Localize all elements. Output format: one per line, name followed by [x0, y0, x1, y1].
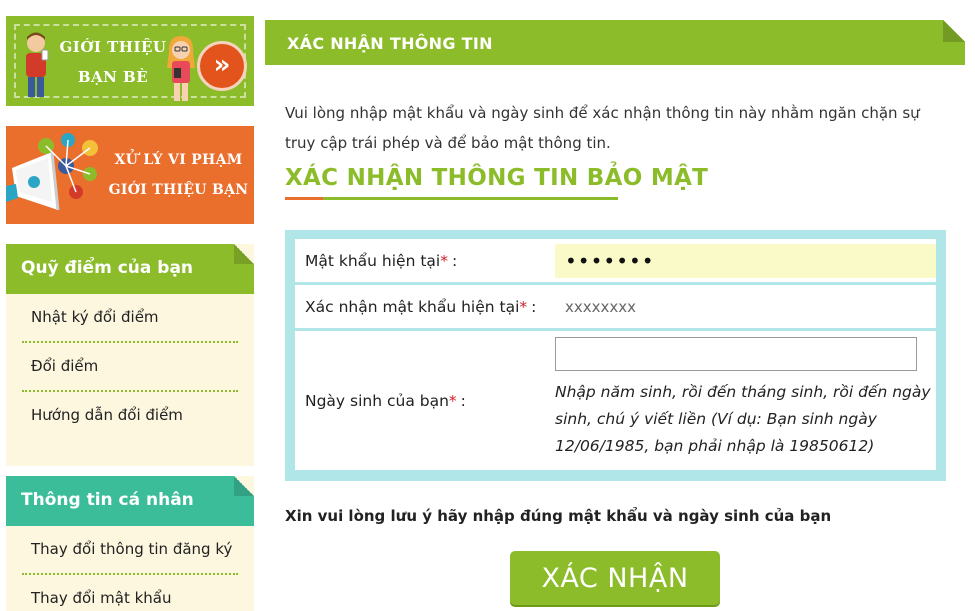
sidebar-item-exchange-guide[interactable]: Hướng dẫn đổi điểm [22, 392, 238, 441]
corner-fold-icon [943, 20, 965, 42]
label-colon: : [460, 391, 466, 410]
required-star: * [519, 297, 528, 316]
section-title: XÁC NHẬN THÔNG TIN BẢO MẬT [285, 165, 709, 191]
sidebar-item-points-log[interactable]: Nhật ký đổi điểm [22, 294, 238, 343]
required-star: * [440, 251, 448, 270]
confirm-password-input[interactable] [555, 289, 935, 325]
confirm-button[interactable]: XÁC NHẬN [510, 551, 720, 605]
intro-text: Vui lòng nhập mật khẩu và ngày sinh để x… [285, 104, 920, 152]
girl-phone-icon [167, 36, 195, 101]
password-row: Mật khẩu hiện tại * : [295, 239, 936, 282]
dob-label: Ngày sinh của bạn * : [295, 331, 547, 470]
password-label-text: Mật khẩu hiện tại [305, 251, 441, 270]
megaphone-icon [6, 133, 98, 211]
confirm-password-label-text: Xác nhận mật khẩu hiện tại [305, 297, 520, 316]
sidebar-item-edit-registration[interactable]: Thay đổi thông tin đăng ký [22, 526, 238, 575]
sidebar-item-change-password[interactable]: Thay đổi mật khẩu [22, 575, 238, 611]
dob-row: Ngày sinh của bạn * : Nhập năm sinh, rồi … [295, 331, 936, 470]
refer-banner-line2: BẠN BÈ [77, 68, 149, 86]
current-password-input[interactable] [555, 244, 936, 278]
go-arrow-icon[interactable]: » [197, 41, 247, 91]
label-colon: : [451, 251, 458, 270]
points-sidebar-box: Quỹ điểm của bạn Nhật ký đổi điểm Đổi đi… [6, 244, 254, 466]
violations-banner[interactable]: XỬ LÝ VI PHẠM GIỚI THIỆU BẠN [6, 126, 254, 224]
label-colon: : [531, 297, 537, 316]
password-value-cell [555, 239, 936, 282]
section-title-underline [285, 197, 618, 200]
confirm-password-row: Xác nhận mật khẩu hiện tại * : [295, 285, 936, 328]
dob-hint: Nhập năm sinh, rồi đến tháng sinh, rồi đ… [555, 383, 931, 455]
friend-drink-icon [26, 32, 49, 97]
points-sidebar-title: Quỹ điểm của bạn [21, 258, 194, 278]
confirm-password-value-cell [555, 285, 936, 328]
confirm-password-label: Xác nhận mật khẩu hiện tại * : [295, 285, 547, 328]
points-sidebar-header: Quỹ điểm của bạn [6, 244, 254, 294]
corner-fold-icon [234, 476, 254, 496]
dob-label-text: Ngày sinh của bạn [305, 391, 449, 410]
profile-sidebar-title: Thông tin cá nhân [21, 490, 194, 510]
profile-sidebar-box: Thông tin cá nhân Thay đổi thông tin đăn… [6, 476, 254, 611]
refer-friends-banner[interactable]: GIỚI THIỆU BẠN BÈ » [6, 16, 254, 106]
profile-sidebar-header: Thông tin cá nhân [6, 476, 254, 526]
security-form: Mật khẩu hiện tại* : Xác nhận mật khẩu h… [285, 230, 946, 481]
refer-banner-line1: GIỚI THIỆU [59, 38, 167, 56]
main-header-title: XÁC NHẬN THÔNG TIN [287, 34, 493, 53]
note-text: Xin vui lòng lưu ý hãy nhập đúng mật khẩ… [285, 507, 832, 525]
violations-banner-line1: XỬ LÝ VI PHẠM [114, 152, 243, 168]
violations-banner-line2: GIỚI THIỆU BẠN [108, 182, 249, 198]
main-header: XÁC NHẬN THÔNG TIN [265, 20, 965, 65]
main-body: Vui lòng nhập mật khẩu và ngày sinh để x… [265, 70, 965, 611]
dob-value-cell: Nhập năm sinh, rồi đến tháng sinh, rồi đ… [555, 331, 936, 470]
underline-accent [285, 197, 323, 200]
password-label: Mật khẩu hiện tại * : [295, 239, 547, 282]
dob-input[interactable] [555, 337, 917, 371]
sidebar-item-exchange-points[interactable]: Đổi điểm [22, 343, 238, 392]
corner-fold-icon [234, 244, 254, 264]
required-star: * [448, 391, 457, 410]
